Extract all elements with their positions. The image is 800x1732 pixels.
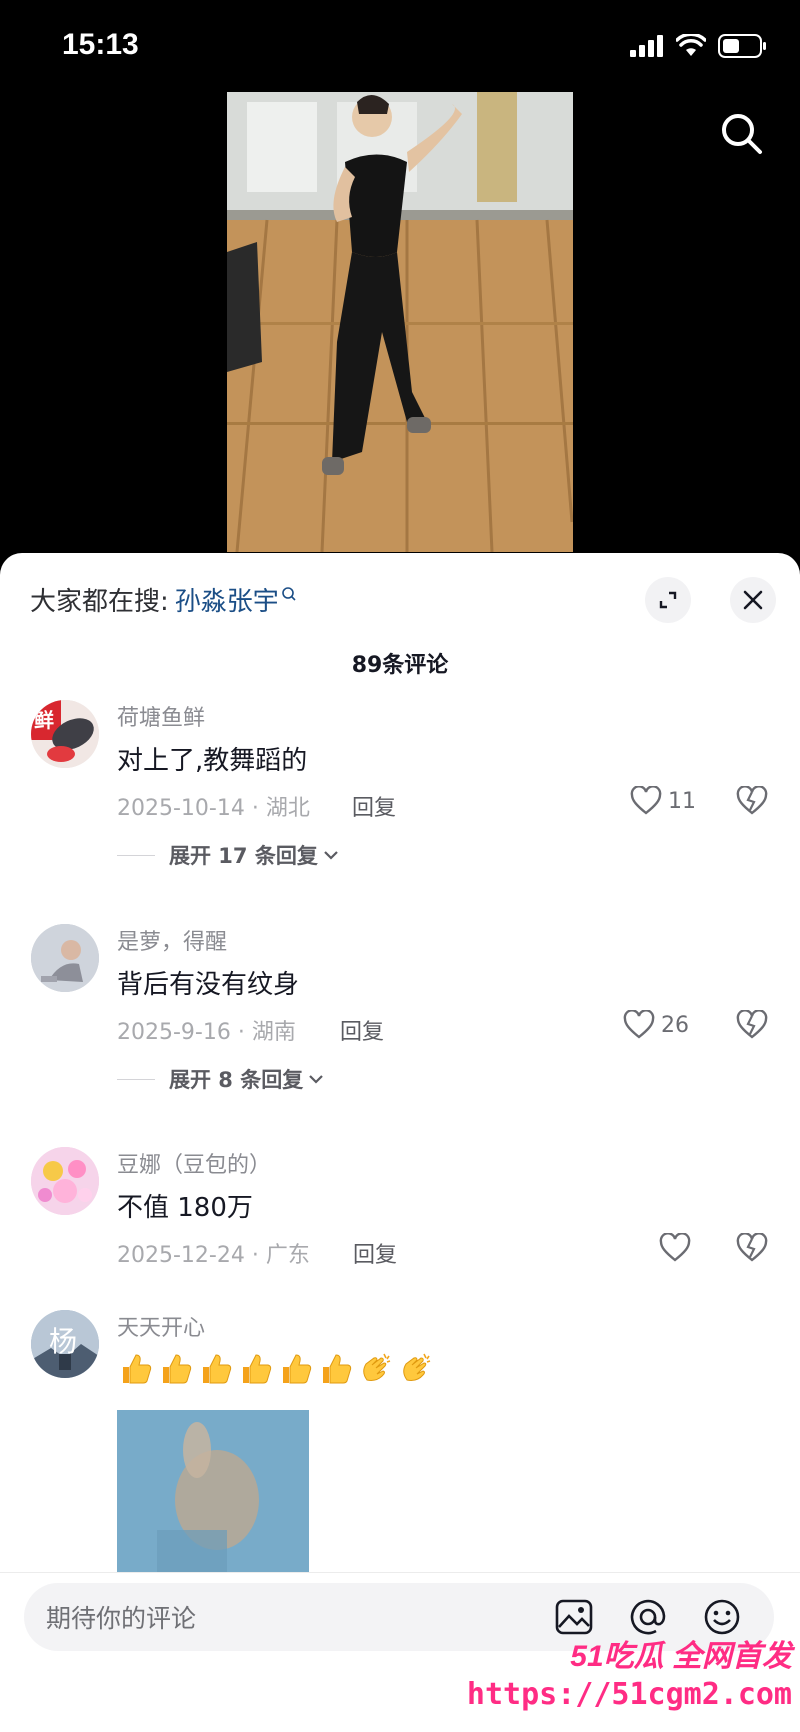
- watermark-title: 51吃瓜 全网首发: [570, 1640, 792, 1673]
- emoji-row: [117, 1350, 435, 1388]
- thumbs-up-icon: [243, 1354, 272, 1384]
- avatar-text: 杨: [49, 1325, 78, 1358]
- comment-text: 背后有没有纹身: [117, 970, 300, 1000]
- close-icon: [743, 590, 763, 610]
- dislike-button[interactable]: [736, 785, 768, 820]
- comment-date-location: 2025-9-16 · 湖南: [117, 1020, 296, 1045]
- battery-icon: [718, 34, 766, 58]
- thumbs-up-icon: [163, 1354, 192, 1384]
- avatar[interactable]: [31, 1147, 99, 1215]
- image-icon: [555, 1599, 593, 1635]
- avatar[interactable]: [31, 924, 99, 992]
- video-still: [227, 92, 573, 552]
- watermark: 51吃瓜 全网首发 https://51cgm2.com: [467, 1631, 792, 1712]
- expand-replies-button[interactable]: 展开 8 条回复: [117, 1064, 325, 1094]
- avatar-image: [31, 1147, 99, 1215]
- heart-icon: [630, 786, 662, 815]
- hot-search[interactable]: 大家都在搜: 孙淼张宇: [30, 581, 297, 618]
- dislike-button[interactable]: [736, 1009, 768, 1044]
- video-player[interactable]: [0, 90, 800, 560]
- clap-icon: [403, 1353, 431, 1381]
- comment-username[interactable]: 天天开心: [117, 1310, 205, 1342]
- avatar[interactable]: 杨: [31, 1310, 99, 1378]
- comment-input-placeholder: 期待你的评论: [46, 1604, 197, 1633]
- watermark-url: https://51cgm2.com: [466, 1677, 792, 1712]
- chevron-down-icon: [309, 1075, 324, 1084]
- comment-username[interactable]: 豆娜（豆包的）: [117, 1147, 271, 1179]
- wifi-icon: [676, 34, 706, 56]
- comment-text: 不值 180万: [117, 1193, 253, 1223]
- status-icons: [630, 34, 768, 58]
- signal-icon: [630, 35, 663, 57]
- reply-button[interactable]: 回复: [352, 790, 396, 822]
- search-icon: [722, 114, 762, 154]
- comment-text: 对上了,教舞蹈的: [117, 746, 308, 776]
- comment-date-location: 2025-12-24 · 广东: [117, 1243, 310, 1268]
- like-button[interactable]: 11: [630, 786, 696, 816]
- divider-line: [117, 854, 155, 856]
- like-button[interactable]: 26: [623, 1010, 689, 1040]
- search-button[interactable]: [718, 110, 766, 158]
- broken-heart-icon: [736, 1232, 768, 1262]
- thumbs-up-photo: [117, 1410, 309, 1580]
- expand-replies-label: 展开 8 条回复: [169, 1068, 304, 1092]
- heart-icon: [659, 1233, 691, 1262]
- divider-line: [117, 1078, 155, 1080]
- comment-date-location: 2025-10-14 · 湖北: [117, 796, 310, 821]
- like-count: 11: [668, 788, 696, 814]
- comment-sheet: 大家都在搜: 孙淼张宇 89条评论 鲜 荷塘鱼鲜 对上了,教舞蹈的 2025-1…: [0, 553, 800, 1731]
- comment-count: 89条评论: [351, 653, 449, 678]
- video-frame[interactable]: [227, 92, 573, 552]
- avatar-image: [31, 924, 99, 992]
- thumbs-up-icon: [203, 1354, 232, 1384]
- reply-button[interactable]: 回复: [353, 1237, 397, 1269]
- chevron-down-icon: [324, 851, 338, 860]
- broken-heart-icon: [736, 785, 768, 815]
- small-search-icon: [281, 586, 296, 601]
- thumbs-up-icon: [123, 1354, 152, 1384]
- close-button[interactable]: [730, 577, 776, 623]
- dislike-button[interactable]: [736, 1232, 768, 1267]
- avatar[interactable]: 鲜: [31, 700, 99, 768]
- hot-search-prefix: 大家都在搜:: [30, 587, 169, 617]
- like-button[interactable]: [659, 1233, 697, 1263]
- status-bar: 15:13: [0, 0, 800, 90]
- hot-search-term[interactable]: 孙淼张宇: [175, 581, 279, 618]
- status-time: 15:13: [62, 28, 139, 61]
- comment-username[interactable]: 荷塘鱼鲜: [117, 700, 205, 732]
- avatar-text: 鲜: [34, 708, 54, 732]
- thumbs-up-icon: [323, 1354, 352, 1384]
- comment-input-bar: 期待你的评论 51吃瓜 全网首发 https://51cgm2.com: [0, 1572, 800, 1732]
- heart-icon: [623, 1010, 655, 1039]
- clap-icon: [363, 1353, 391, 1381]
- comment-username[interactable]: 是萝，得醒: [117, 924, 227, 956]
- expand-sheet-button[interactable]: [645, 577, 691, 623]
- expand-icon: [659, 591, 677, 609]
- thumbs-up-icon: [283, 1354, 312, 1384]
- expand-replies-label: 展开 17 条回复: [169, 844, 318, 868]
- broken-heart-icon: [736, 1009, 768, 1039]
- expand-replies-button[interactable]: 展开 17 条回复: [117, 840, 340, 870]
- comment-image[interactable]: [117, 1410, 309, 1580]
- reply-button[interactable]: 回复: [340, 1014, 384, 1046]
- like-count: 26: [661, 1012, 689, 1038]
